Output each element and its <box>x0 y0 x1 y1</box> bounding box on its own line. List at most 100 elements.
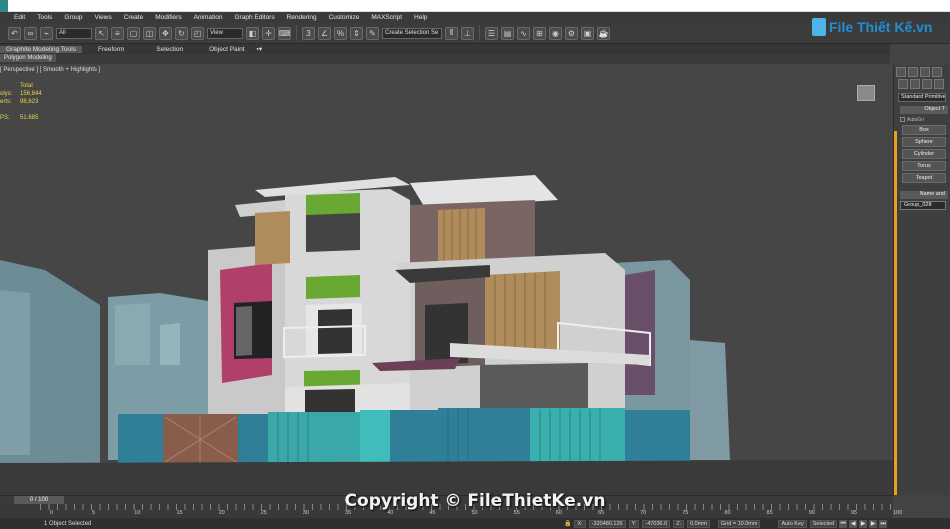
title-bar <box>0 0 950 12</box>
object-type-rollout[interactable]: Object T <box>900 106 948 114</box>
perspective-viewport[interactable]: [ Perspective ] [ Smooth + Highlights ] … <box>0 65 893 495</box>
reference-coord-dropdown[interactable]: View <box>207 27 243 39</box>
undo-icon[interactable]: ↶ <box>8 26 21 40</box>
select-by-name-icon[interactable]: ≡ <box>111 26 124 40</box>
lock-icon[interactable]: 🔒 <box>564 520 571 527</box>
selection-status: 1 Object Selected <box>44 520 92 527</box>
ribbon-options-icon[interactable]: ▪▾ <box>251 45 269 53</box>
go-to-end-icon[interactable]: ⏭ <box>879 519 888 528</box>
edit-named-selection-icon[interactable]: ✎ <box>366 26 379 40</box>
create-tab-icon[interactable] <box>896 67 906 77</box>
link-icon[interactable]: ∞ <box>24 26 37 40</box>
teapot-button[interactable]: Teapot <box>902 173 946 183</box>
unlink-icon[interactable]: ⌁ <box>40 26 53 40</box>
snap-toggle-icon[interactable]: 3 <box>302 26 315 40</box>
scene-render <box>0 175 893 495</box>
stats-polys-label: olys: <box>0 91 13 97</box>
tab-graphite-modeling-tools[interactable]: Graphite Modeling Tools <box>0 45 82 53</box>
z-coordinate-field[interactable]: 0.0mm <box>687 519 710 528</box>
hierarchy-tab-icon[interactable] <box>920 67 930 77</box>
named-selection-dropdown[interactable]: Create Selection Se <box>382 27 442 39</box>
lights-icon[interactable] <box>922 79 932 89</box>
menu-graph-editors[interactable]: Graph Editors <box>235 14 275 21</box>
spinner-snap-icon[interactable]: ⇕ <box>350 26 363 40</box>
tab-selection[interactable]: Selection <box>150 46 189 53</box>
object-name-field[interactable]: Group_028 <box>900 201 946 210</box>
next-frame-icon[interactable]: ▶ <box>869 519 878 528</box>
select-object-icon[interactable]: ↖ <box>95 26 108 40</box>
primitive-category-dropdown[interactable]: Standard Primitives <box>898 93 946 102</box>
menu-create[interactable]: Create <box>124 14 144 21</box>
menu-edit[interactable]: Edit <box>14 14 25 21</box>
menu-tools[interactable]: Tools <box>37 14 52 21</box>
tab-object-paint[interactable]: Object Paint <box>203 46 250 53</box>
play-icon[interactable]: ▶ <box>859 519 868 528</box>
render-production-icon[interactable]: ☕ <box>597 26 610 40</box>
copyright-watermark: Copyright © FileThietKe.vn <box>344 491 606 511</box>
shapes-icon[interactable] <box>910 79 920 89</box>
autogrid-checkbox[interactable]: AutoGri <box>900 116 944 123</box>
main-toolbar: ↶ ∞ ⌁ All ↖ ≡ ▢ ◫ ✥ ↻ ◰ View ◧ ✛ ⌨ 3 ∠ %… <box>0 23 950 44</box>
z-label: Z: <box>673 519 685 528</box>
menu-animation[interactable]: Animation <box>194 14 223 21</box>
torus-button[interactable]: Torus <box>902 161 946 171</box>
pivot-icon[interactable]: ◧ <box>246 26 259 40</box>
logo: File Thiết Kế.vn <box>812 14 932 40</box>
select-manipulate-icon[interactable]: ✛ <box>262 26 275 40</box>
angle-snap-icon[interactable]: ∠ <box>318 26 331 40</box>
stats-polys-value: 156,844 <box>20 91 42 97</box>
menu-modifiers[interactable]: Modifiers <box>155 14 181 21</box>
menu-views[interactable]: Views <box>94 14 111 21</box>
cameras-icon[interactable] <box>934 79 944 89</box>
x-coordinate-field[interactable]: -320480.126 <box>588 519 626 528</box>
box-button[interactable]: Box <box>902 125 946 135</box>
viewcube-icon[interactable] <box>857 85 875 101</box>
selection-filter-dropdown[interactable]: All <box>56 27 92 39</box>
sphere-button[interactable]: Sphere <box>902 137 946 147</box>
mirror-icon[interactable]: ⫴ <box>445 26 458 40</box>
stats-verts-label: erts: <box>0 99 12 105</box>
move-icon[interactable]: ✥ <box>159 26 172 40</box>
app-icon[interactable] <box>0 0 8 12</box>
viewport-statistics: Total olys: 156,844 erts: 98,623 PS: 51.685 <box>0 82 42 122</box>
keyboard-shortcut-icon[interactable]: ⌨ <box>278 26 291 40</box>
rotate-icon[interactable]: ↻ <box>175 26 188 40</box>
material-editor-icon[interactable]: ◉ <box>549 26 562 40</box>
rect-selection-icon[interactable]: ▢ <box>127 26 140 40</box>
menu-maxscript[interactable]: MAXScript <box>371 14 402 21</box>
subtab-polygon-modeling[interactable]: Polygon Modeling <box>0 54 56 62</box>
geometry-icon[interactable] <box>898 79 908 89</box>
rendered-frame-icon[interactable]: ▣ <box>581 26 594 40</box>
logo-text: File Thiết Kế.vn <box>829 19 933 35</box>
auto-key-button[interactable]: Auto Key <box>778 519 807 528</box>
go-to-start-icon[interactable]: ⏮ <box>839 519 848 528</box>
curve-editor-icon[interactable]: ∿ <box>517 26 530 40</box>
name-color-rollout[interactable]: Name and <box>900 191 948 199</box>
toolbar-divider <box>479 25 480 41</box>
align-icon[interactable]: ⊥ <box>461 26 474 40</box>
ribbon-tabs: Graphite Modeling Tools Freeform Selecti… <box>0 44 890 54</box>
previous-frame-icon[interactable]: ◀ <box>849 519 858 528</box>
menu-customize[interactable]: Customize <box>329 14 360 21</box>
viewport-label[interactable]: [ Perspective ] [ Smooth + Highlights ] <box>0 67 100 73</box>
render-setup-icon[interactable]: ⚙ <box>565 26 578 40</box>
modify-tab-icon[interactable] <box>908 67 918 77</box>
graphite-toggle-icon[interactable]: ▤ <box>501 26 514 40</box>
motion-tab-icon[interactable] <box>932 67 942 77</box>
y-coordinate-field[interactable]: -47036.0 <box>642 519 671 528</box>
menu-help[interactable]: Help <box>414 14 427 21</box>
menu-group[interactable]: Group <box>64 14 82 21</box>
layer-manager-icon[interactable]: ☰ <box>485 26 498 40</box>
cylinder-button[interactable]: Cylinder <box>902 149 946 159</box>
window-crossing-icon[interactable]: ◫ <box>143 26 156 40</box>
stats-header: Total <box>20 83 33 89</box>
schematic-view-icon[interactable]: ⊞ <box>533 26 546 40</box>
menu-bar: Edit Tools Group Views Create Modifiers … <box>0 12 950 23</box>
percent-snap-icon[interactable]: % <box>334 26 347 40</box>
menu-rendering[interactable]: Rendering <box>287 14 317 21</box>
key-filter-dropdown[interactable]: Selected <box>809 519 838 528</box>
y-label: Y: <box>628 519 640 528</box>
tab-freeform[interactable]: Freeform <box>92 46 130 53</box>
ribbon-subtab-bar: Polygon Modeling <box>0 54 890 64</box>
scale-icon[interactable]: ◰ <box>191 26 204 40</box>
